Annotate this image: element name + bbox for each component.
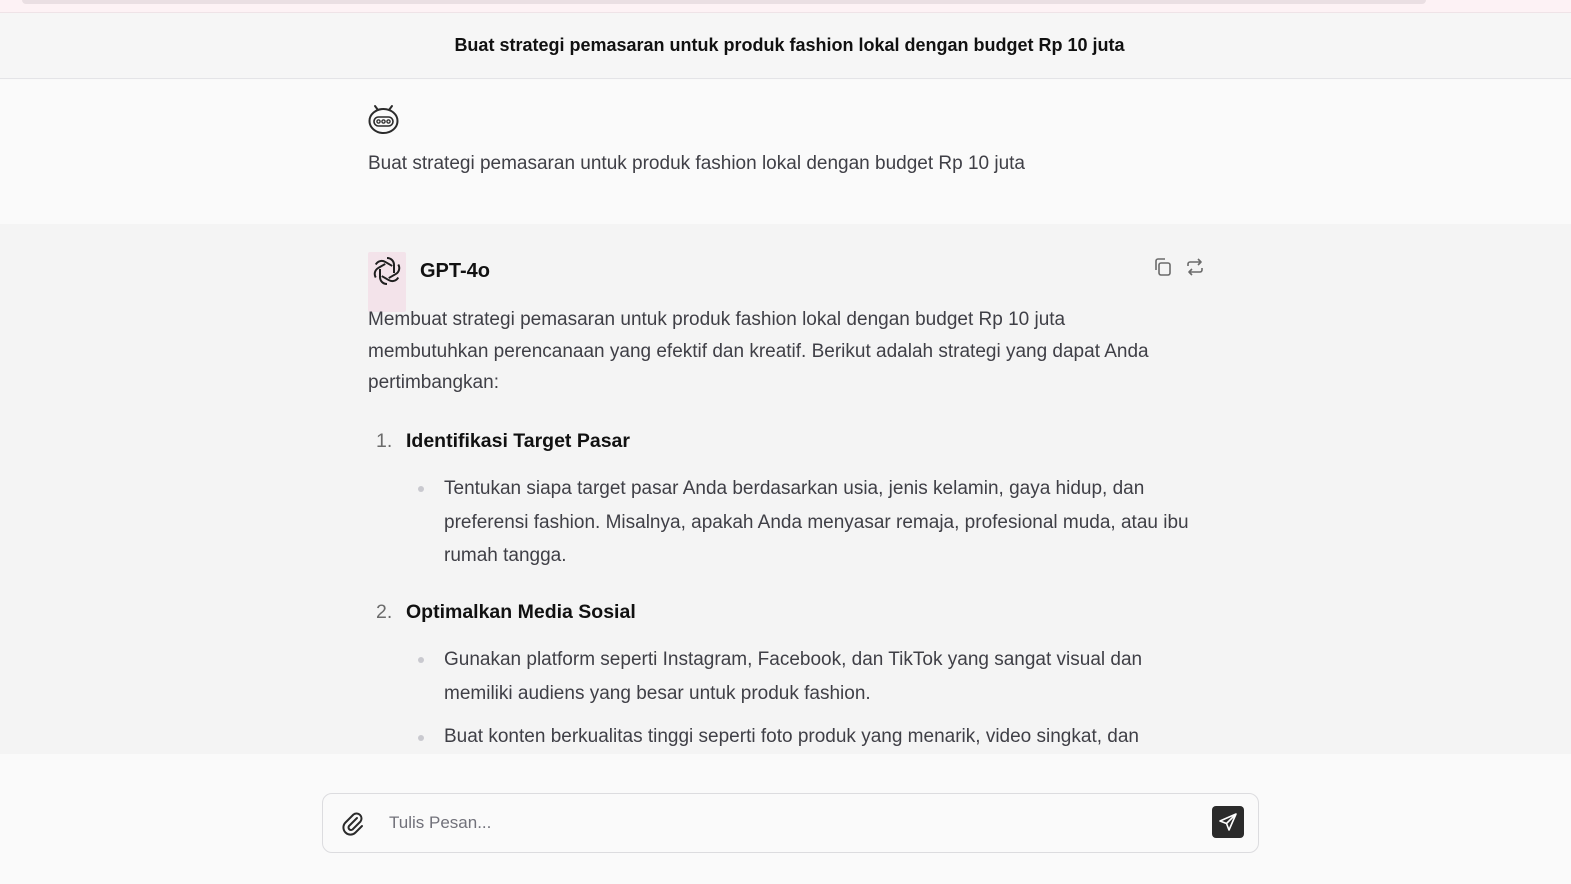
message-composer — [322, 793, 1259, 853]
model-name: GPT-4o — [420, 260, 491, 282]
paperclip-icon[interactable] — [340, 810, 366, 836]
message-input[interactable] — [389, 806, 1189, 840]
top-strip — [0, 0, 1571, 13]
regenerate-icon[interactable] — [1184, 256, 1206, 278]
copy-icon[interactable] — [1152, 256, 1174, 278]
list-item: Gunakan platform seperti Instagram, Face… — [444, 649, 1143, 704]
top-pill — [22, 0, 1426, 4]
section-title: Identifikasi Target Pasar — [406, 430, 630, 452]
bullet-dot — [418, 486, 424, 492]
section-number: 2. — [376, 601, 393, 623]
user-message-text: Buat strategi pemasaran untuk produk fas… — [368, 153, 1026, 174]
section-number: 1. — [376, 430, 393, 452]
list-item: Buat konten berkualitas tinggi seperti f… — [444, 726, 1139, 747]
list-item: Tentukan siapa target pasar Anda berdasa… — [444, 478, 1189, 566]
assistant-message: GPT-4o Membuat strategi pemasaran untuk … — [0, 224, 1571, 754]
robot-face-icon — [367, 101, 400, 135]
chat-title: Buat strategi pemasaran untuk produk fas… — [454, 35, 1125, 55]
bullet-dot — [418, 657, 424, 663]
assistant-intro: Membuat strategi pemasaran untuk produk … — [368, 309, 1149, 393]
bullet-dot — [418, 735, 424, 741]
assistant-avatar — [368, 252, 406, 312]
openai-logo-icon — [373, 257, 401, 285]
section-title: Optimalkan Media Sosial — [406, 601, 636, 623]
user-message — [0, 80, 1571, 224]
chat-header: Buat strategi pemasaran untuk produk fas… — [0, 13, 1571, 79]
send-icon — [1219, 813, 1237, 831]
send-button[interactable] — [1212, 806, 1244, 838]
